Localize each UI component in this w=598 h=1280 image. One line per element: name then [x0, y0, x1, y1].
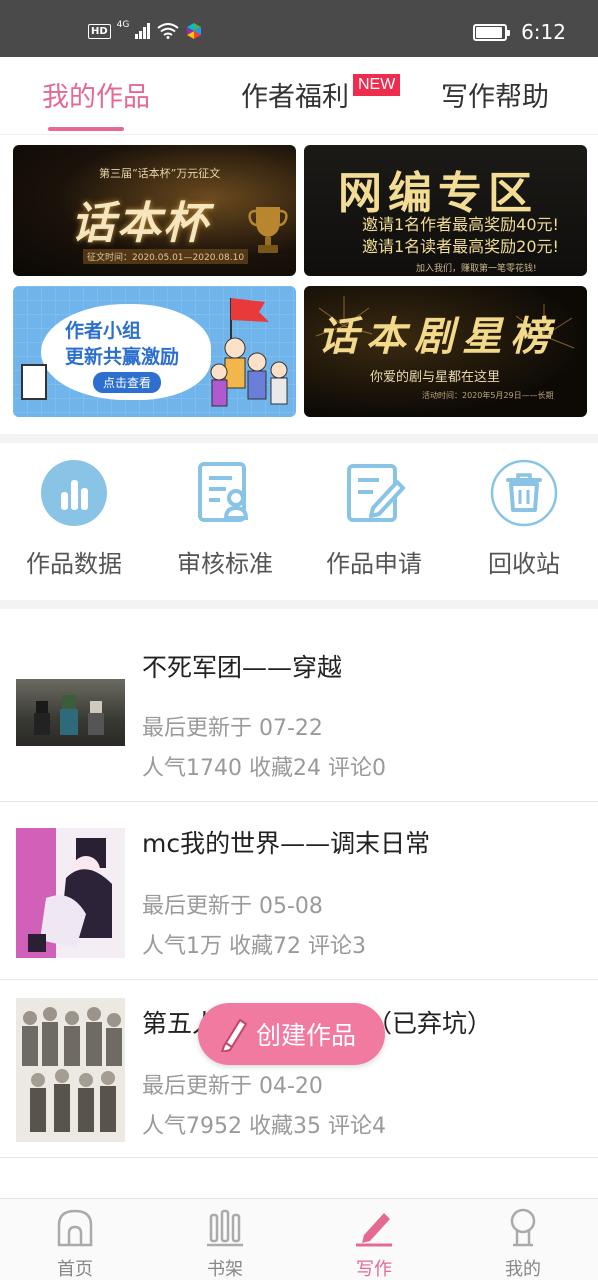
pen-icon: [356, 1213, 392, 1247]
nav-label: 写作: [356, 1259, 392, 1280]
pencil-icon: [221, 1019, 247, 1052]
work-stats: 人气1740 收藏24 评论0: [142, 756, 386, 781]
active-tab-indicator: [48, 127, 124, 131]
banner-footnote: 加入我们，赚取第一笔零花钱!: [416, 264, 537, 274]
new-badge: NEW: [353, 74, 401, 96]
wifi-icon: [157, 23, 179, 39]
banner-editor-zone[interactable]: 网编专区 邀请1名作者最高奖励40元! 邀请1名读者最高奖励20元! 加入我们，…: [304, 145, 587, 276]
nav-label: 我的: [505, 1259, 541, 1280]
banner-line-1: 作者小组: [65, 320, 142, 342]
banner-subtitle: 你爱的剧与星都在这里: [370, 370, 501, 385]
action-label: 作品申请: [326, 550, 422, 578]
action-label: 回收站: [488, 550, 560, 578]
banner-line-1: 邀请1名作者最高奖励40元!: [362, 215, 559, 234]
edit-document-icon: [347, 464, 405, 522]
signal-icon: [135, 23, 151, 39]
trash-icon: [490, 459, 558, 527]
trophy-icon: [248, 207, 288, 253]
work-cover: [16, 828, 125, 958]
review-standard-icon: [198, 462, 249, 522]
work-title: mc我的世界——调末日常: [142, 829, 431, 858]
create-work-label: 创建作品: [256, 1021, 357, 1050]
status-right: 6:12: [473, 20, 566, 44]
home-icon: [57, 1209, 93, 1247]
bookshelf-icon: [207, 1209, 243, 1247]
banner-huaben-cup[interactable]: 第三届“话本杯”万元征文 话本杯 征文时间：2020.05.01—2020.08…: [13, 145, 296, 276]
bottom-nav: 首页 书架 写作 我的: [0, 1198, 598, 1280]
action-recycle-bin[interactable]: 回收站: [454, 458, 594, 579]
characters-illustration: [210, 298, 288, 407]
status-indicators: HD 4G: [88, 20, 203, 40]
tab-author-benefits[interactable]: 作者福利: [241, 75, 349, 114]
battery-icon: [473, 23, 511, 41]
create-work-button[interactable]: 创建作品: [198, 1003, 385, 1065]
view-button[interactable]: 点击查看: [93, 372, 162, 393]
action-work-data[interactable]: 作品数据: [4, 458, 144, 579]
action-work-apply[interactable]: 作品申请: [304, 458, 444, 579]
banner-drama-star-list[interactable]: 话本剧星榜 你爱的剧与星都在这里 活动时间：2020年5月29日——长期: [304, 286, 587, 417]
banner-author-group[interactable]: 作者小组 更新共赢激励 点击查看: [13, 286, 296, 417]
hd-badge: HD: [88, 23, 111, 39]
work-title: 不死军团——穿越: [142, 653, 343, 682]
work-stats: 人气1万 收藏72 评论3: [142, 934, 366, 959]
tab-my-works[interactable]: 我的作品: [42, 75, 150, 114]
action-label: 作品数据: [26, 550, 122, 578]
tab-writing-help[interactable]: 写作帮助: [441, 75, 549, 114]
banner-date: 征文时间：2020.05.01—2020.08.10: [83, 249, 249, 264]
profile-icon: [510, 1208, 536, 1247]
clock: 6:12: [521, 20, 566, 44]
work-cover: [16, 679, 125, 746]
top-tabs: 我的作品 作者福利 NEW 写作帮助: [0, 57, 598, 135]
action-label: 审核标准: [177, 550, 273, 578]
nav-label: 首页: [57, 1259, 93, 1280]
bar-chart-icon: [41, 460, 107, 526]
nav-write[interactable]: 写作: [324, 1207, 424, 1280]
banner-line-2: 更新共赢激励: [65, 346, 180, 368]
nav-profile[interactable]: 我的: [473, 1207, 573, 1280]
nav-label: 书架: [207, 1259, 243, 1280]
work-item[interactable]: 不死军团——穿越 最后更新于 07-22 人气1740 收藏24 评论0: [0, 624, 598, 802]
work-updated: 最后更新于 05-08: [142, 894, 323, 919]
work-item[interactable]: mc我的世界——调末日常 最后更新于 05-08 人气1万 收藏72 评论3: [0, 802, 598, 980]
document-icon: [21, 364, 47, 400]
banner-subtitle: 第三届“话本杯”万元征文: [99, 167, 221, 180]
work-updated: 最后更新于 04-20: [142, 1074, 323, 1099]
nav-bookshelf[interactable]: 书架: [175, 1207, 275, 1280]
status-bar: HD 4G 6:12: [0, 0, 598, 57]
banner-title: 话本剧星榜: [318, 313, 558, 360]
banner-footnote: 活动时间：2020年5月29日——长期: [422, 391, 554, 400]
section-divider: [0, 600, 598, 609]
work-updated: 最后更新于 07-22: [142, 716, 323, 741]
work-cover: [16, 998, 125, 1142]
banner-line-2: 邀请1名读者最高奖励20元!: [362, 237, 559, 256]
work-stats: 人气7952 收藏35 评论4: [142, 1114, 386, 1139]
banner-title: 话本杯: [71, 198, 209, 249]
nav-home[interactable]: 首页: [25, 1207, 125, 1280]
section-divider: [0, 434, 598, 443]
action-review-standard[interactable]: 审核标准: [155, 458, 295, 579]
app-notification-icon: [187, 23, 202, 39]
network-label: 4G: [116, 20, 130, 30]
